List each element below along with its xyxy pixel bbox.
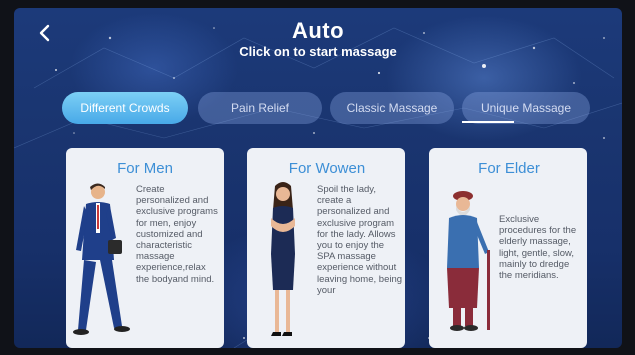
elder-figure-icon	[447, 191, 490, 331]
tab-classic-massage[interactable]: Classic Massage	[330, 92, 454, 124]
tab-unique-massage[interactable]: Unique Massage	[462, 92, 590, 124]
tab-underline	[462, 121, 514, 123]
device-frame: Auto Click on to start massage Different…	[0, 0, 635, 355]
card-description: Exclusive procedures for the elderly mas…	[499, 214, 577, 282]
card-for-women[interactable]: For Wowen Spoil the lady, create a perso…	[247, 148, 405, 348]
card-for-elder[interactable]: For Elder Exclusive procedures for the e…	[429, 148, 587, 348]
card-description: Spoil the lady, create a personalized an…	[317, 184, 403, 296]
woman-figure-icon	[271, 182, 295, 336]
card-title: For Elder	[478, 160, 540, 177]
card-description: Create personalized and exclusive progra…	[136, 184, 218, 285]
tab-different-crowds[interactable]: Different Crowds	[62, 92, 188, 124]
card-title: For Wowen	[288, 160, 366, 177]
tab-pain-relief[interactable]: Pain Relief	[198, 92, 322, 124]
page-subtitle: Click on to start massage	[239, 44, 397, 59]
card-title: For Men	[117, 160, 173, 177]
category-tabs: Different Crowds Pain Relief Classic Mas…	[62, 92, 594, 126]
app-screen: Auto Click on to start massage Different…	[14, 8, 622, 348]
card-for-men[interactable]: For Men Create personalized and exclusiv…	[66, 148, 224, 348]
page-title: Auto	[291, 18, 345, 43]
man-figure-icon	[73, 183, 130, 335]
